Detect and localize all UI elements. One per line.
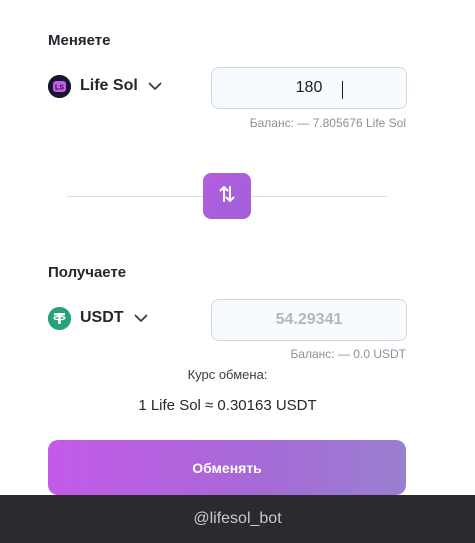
chevron-down-icon	[134, 314, 148, 323]
exchange-rate-label: Курс обмена:	[187, 367, 268, 382]
exchange-button[interactable]: Обменять	[48, 440, 406, 495]
usdt-logo-icon	[48, 306, 71, 330]
life-sol-logo-text: LS	[55, 84, 64, 91]
swap-direction-button[interactable]	[203, 173, 251, 219]
bot-footer: @lifesol_bot	[0, 495, 475, 543]
to-amount-input	[212, 300, 406, 340]
chevron-down-icon	[148, 82, 162, 91]
swap-arrows-icon	[216, 183, 238, 210]
life-sol-logo-icon: LS	[48, 74, 71, 98]
to-section-title: Получаете	[48, 264, 127, 281]
to-token-selector[interactable]: USDT	[48, 305, 148, 331]
to-balance: Баланс: — 0.0 USDT	[290, 347, 406, 361]
to-amount-field	[211, 299, 407, 341]
from-amount-field[interactable]	[211, 67, 407, 109]
from-section-title: Меняете	[48, 32, 111, 49]
from-token-selector[interactable]: LS Life Sol	[48, 73, 162, 99]
to-token-name: USDT	[80, 309, 124, 326]
from-balance: Баланс: — 7.805676 Life Sol	[249, 116, 406, 130]
from-amount-input[interactable]	[212, 68, 406, 108]
text-caret	[342, 81, 343, 99]
from-token-name: Life Sol	[80, 77, 138, 94]
bot-username[interactable]: @lifesol_bot	[193, 510, 281, 528]
exchange-rate-value: 1 Life Sol ≈ 0.30163 USDT	[138, 397, 317, 414]
